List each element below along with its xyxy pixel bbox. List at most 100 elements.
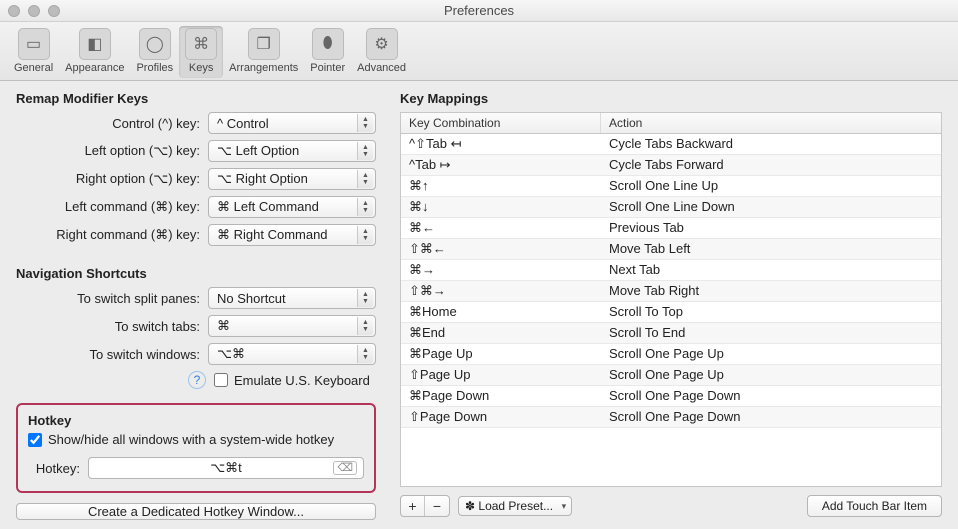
toolbar-appearance[interactable]: ◧Appearance [59, 26, 130, 78]
mapping-row[interactable]: ⌘↑Scroll One Line Up [401, 176, 941, 197]
mapping-combo: ⌘↓ [401, 197, 601, 217]
mapping-row[interactable]: ^⇧Tab ↤Cycle Tabs Backward [401, 134, 941, 155]
mapping-action: Scroll One Page Up [601, 344, 941, 364]
help-icon[interactable]: ? [188, 371, 206, 389]
add-remove-segment: + − [400, 495, 450, 517]
general-icon: ▭ [18, 28, 50, 60]
nav-label-0: To switch split panes: [16, 291, 208, 306]
emulate-checkbox[interactable] [214, 373, 228, 387]
arrangements-icon: ❐ [248, 28, 280, 60]
mapping-combo: ⇧Page Up [401, 365, 601, 385]
stepper-icon: ▲▼ [357, 345, 373, 363]
hotkey-value: ⌥⌘t [210, 460, 242, 476]
stepper-icon: ▲▼ [357, 114, 373, 132]
mapping-row[interactable]: ⌘Page UpScroll One Page Up [401, 344, 941, 365]
mapping-action: Scroll One Line Down [601, 197, 941, 217]
remap-label-1: Left option (⌥) key: [16, 143, 208, 159]
titlebar: Preferences [0, 0, 958, 22]
remap-select-3[interactable]: ⌘ Left Command▲▼ [208, 196, 376, 218]
create-dedicated-hotkey-button[interactable]: Create a Dedicated Hotkey Window... [16, 503, 376, 520]
mapping-combo: ⇧⌘← [401, 239, 601, 259]
toolbar-advanced[interactable]: ⚙Advanced [351, 26, 412, 78]
mapping-action: Move Tab Right [601, 281, 941, 301]
mapping-action: Cycle Tabs Forward [601, 155, 941, 175]
stepper-icon: ▲▼ [357, 289, 373, 307]
profiles-icon: ◯ [139, 28, 171, 60]
remove-mapping-button[interactable]: − [425, 496, 449, 516]
add-touch-bar-item-button[interactable]: Add Touch Bar Item [807, 495, 942, 517]
mapping-combo: ⌘← [401, 218, 601, 238]
mapping-row[interactable]: ⇧Page DownScroll One Page Down [401, 407, 941, 428]
hotkey-title: Hotkey [28, 413, 364, 428]
hotkey-field-label: Hotkey: [28, 461, 88, 476]
mapping-row[interactable]: ⌘←Previous Tab [401, 218, 941, 239]
hotkey-checkbox[interactable] [28, 433, 42, 447]
mapping-combo: ⌘Page Up [401, 344, 601, 364]
col-action[interactable]: Action [601, 113, 941, 133]
remap-select-4[interactable]: ⌘ Right Command▲▼ [208, 224, 376, 246]
stepper-icon: ▲▼ [357, 198, 373, 216]
toolbar-keys[interactable]: ⌘Keys [179, 26, 223, 78]
hotkey-checkbox-label: Show/hide all windows with a system-wide… [48, 432, 334, 447]
nav-label-1: To switch tabs: [16, 319, 208, 334]
mapping-row[interactable]: ⌘EndScroll To End [401, 323, 941, 344]
nav-select-1[interactable]: ⌘▲▼ [208, 315, 376, 337]
stepper-icon: ▲▼ [357, 170, 373, 188]
remap-select-2[interactable]: ⌥ Right Option▲▼ [208, 168, 376, 190]
mapping-combo: ⌘Home [401, 302, 601, 322]
toolbar-pointer[interactable]: ⬮Pointer [304, 26, 351, 78]
mapping-action: Scroll One Page Up [601, 365, 941, 385]
advanced-icon: ⚙ [366, 28, 398, 60]
mapping-action: Scroll To End [601, 323, 941, 343]
stepper-icon: ▲▼ [357, 317, 373, 335]
clear-icon[interactable]: ⌫ [333, 461, 357, 475]
pointer-icon: ⬮ [312, 28, 344, 60]
stepper-icon: ▲▼ [357, 226, 373, 244]
mapping-action: Cycle Tabs Backward [601, 134, 941, 154]
mapping-row[interactable]: ⇧Page UpScroll One Page Up [401, 365, 941, 386]
mapping-action: Scroll To Top [601, 302, 941, 322]
mapping-row[interactable]: ⇧⌘←Move Tab Left [401, 239, 941, 260]
mapping-combo: ⌘End [401, 323, 601, 343]
toolbar-profiles[interactable]: ◯Profiles [130, 26, 179, 78]
mapping-row[interactable]: ⌘Page DownScroll One Page Down [401, 386, 941, 407]
keys-icon: ⌘ [185, 28, 217, 60]
hotkey-input[interactable]: ⌥⌘t ⌫ [88, 457, 364, 479]
mapping-row[interactable]: ^Tab ↦Cycle Tabs Forward [401, 155, 941, 176]
nav-select-0[interactable]: No Shortcut▲▼ [208, 287, 376, 309]
remap-label-0: Control (^) key: [16, 116, 208, 131]
toolbar-arrangements[interactable]: ❐Arrangements [223, 26, 304, 78]
col-key-combination[interactable]: Key Combination [401, 113, 601, 133]
load-preset-dropdown[interactable]: ✽ Load Preset... [458, 496, 572, 516]
mapping-combo: ^Tab ↦ [401, 155, 601, 175]
mapping-row[interactable]: ⌘HomeScroll To Top [401, 302, 941, 323]
nav-select-2[interactable]: ⌥⌘▲▼ [208, 343, 376, 365]
window-title: Preferences [0, 3, 958, 18]
mapping-action: Scroll One Page Down [601, 386, 941, 406]
mapping-action: Previous Tab [601, 218, 941, 238]
remap-label-2: Right option (⌥) key: [16, 171, 208, 187]
mapping-action: Next Tab [601, 260, 941, 280]
remap-select-1[interactable]: ⌥ Left Option▲▼ [208, 140, 376, 162]
mapping-action: Scroll One Page Down [601, 407, 941, 427]
remap-title: Remap Modifier Keys [16, 91, 376, 106]
key-mappings-table: Key Combination Action ^⇧Tab ↤Cycle Tabs… [400, 112, 942, 487]
mapping-action: Move Tab Left [601, 239, 941, 259]
mapping-combo: ^⇧Tab ↤ [401, 134, 601, 154]
mapping-row[interactable]: ⌘→Next Tab [401, 260, 941, 281]
mapping-row[interactable]: ⇧⌘→Move Tab Right [401, 281, 941, 302]
remap-label-4: Right command (⌘) key: [16, 227, 208, 243]
nav-label-2: To switch windows: [16, 347, 208, 362]
mapping-combo: ⌘Page Down [401, 386, 601, 406]
toolbar-general[interactable]: ▭General [8, 26, 59, 78]
mapping-combo: ⇧Page Down [401, 407, 601, 427]
mapping-combo: ⇧⌘→ [401, 281, 601, 301]
stepper-icon: ▲▼ [357, 142, 373, 160]
preferences-toolbar: ▭General◧Appearance◯Profiles⌘Keys❐Arrang… [0, 22, 958, 81]
emulate-label: Emulate U.S. Keyboard [234, 373, 370, 388]
mapping-row[interactable]: ⌘↓Scroll One Line Down [401, 197, 941, 218]
add-mapping-button[interactable]: + [401, 496, 425, 516]
appearance-icon: ◧ [79, 28, 111, 60]
remap-select-0[interactable]: ^ Control▲▼ [208, 112, 376, 134]
remap-label-3: Left command (⌘) key: [16, 199, 208, 215]
